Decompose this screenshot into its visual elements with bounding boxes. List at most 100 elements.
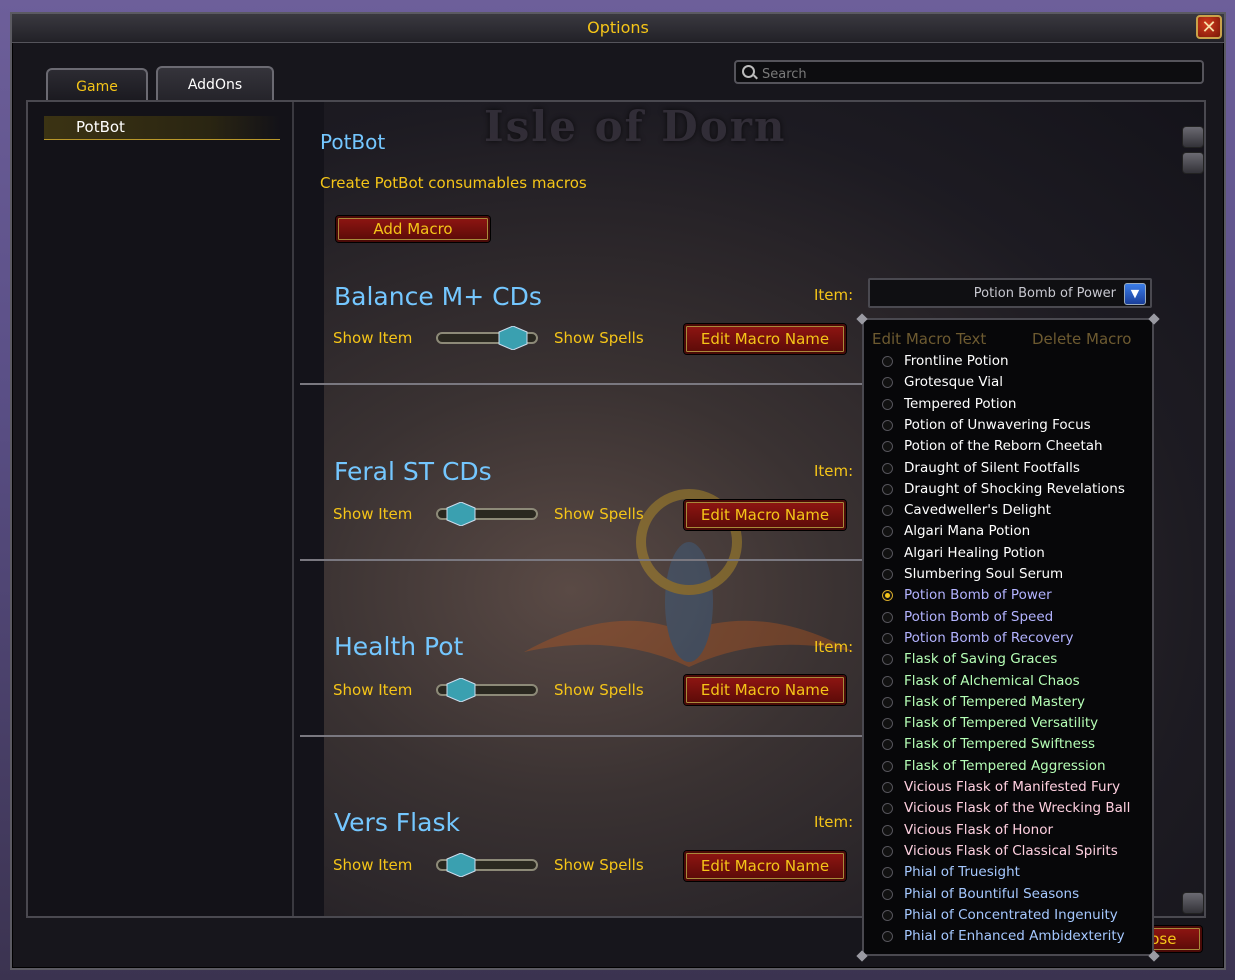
dropdown-option-label: Vicious Flask of Honor bbox=[904, 821, 1054, 838]
dropdown-option-label: Draught of Shocking Revelations bbox=[904, 480, 1125, 497]
dropdown-option-label: Phial of Enhanced Ambidexterity bbox=[904, 928, 1125, 945]
show-item-label: Show Item bbox=[333, 505, 413, 523]
radio-selected-icon bbox=[882, 590, 893, 602]
dropdown-option-label: Phial of Concentrated Ingenuity bbox=[904, 906, 1118, 923]
scroll-down-icon[interactable] bbox=[1182, 892, 1204, 914]
radio-icon bbox=[882, 356, 893, 367]
dropdown-option-label: Frontline Potion bbox=[904, 353, 1009, 369]
dropdown-option-label: Potion of the Reborn Cheetah bbox=[904, 438, 1103, 455]
edit-macro-name-button[interactable]: Edit Macro Name bbox=[684, 675, 846, 705]
addon-description: Create PotBot consumables macros bbox=[320, 174, 587, 192]
dropdown-option-label: Vicious Flask of Classical Spirits bbox=[904, 842, 1118, 859]
radio-icon bbox=[882, 462, 893, 474]
dropdown-option-label: Flask of Alchemical Chaos bbox=[904, 672, 1080, 689]
radio-icon bbox=[882, 696, 893, 708]
radio-icon bbox=[882, 824, 893, 836]
dropdown-option-label: Algari Healing Potion bbox=[904, 544, 1045, 561]
show-spells-label: Show Spells bbox=[554, 681, 644, 699]
item-spells-toggle[interactable] bbox=[435, 678, 539, 702]
dropdown-options: Frontline Potion Grotesque Vial Tempered P… bbox=[882, 351, 1154, 951]
radio-icon bbox=[882, 718, 893, 730]
radio-icon bbox=[882, 803, 893, 815]
dropdown-option-label: Tempered Potion bbox=[904, 395, 1017, 412]
dropdown-option-label: Potion of Unwavering Focus bbox=[904, 416, 1091, 433]
radio-icon bbox=[882, 739, 893, 751]
item-label: Item: bbox=[814, 638, 854, 656]
radio-icon bbox=[882, 483, 893, 495]
scroll-up-icon[interactable] bbox=[1182, 126, 1204, 148]
dropdown-option-label: Flask of Tempered Mastery bbox=[904, 693, 1086, 710]
dropdown-option-label: Flask of Tempered Swiftness bbox=[904, 736, 1096, 753]
addon-title: PotBot bbox=[320, 130, 386, 154]
sidebar-item-potbot[interactable]: PotBot bbox=[44, 116, 280, 140]
dropdown-option-label: Vicious Flask of Manifested Fury bbox=[904, 779, 1121, 795]
radio-icon bbox=[882, 782, 893, 793]
radio-icon bbox=[882, 398, 893, 410]
edit-macro-name-button[interactable]: Edit Macro Name bbox=[684, 851, 846, 881]
macro-title: Feral ST CDs bbox=[334, 457, 492, 486]
radio-icon bbox=[882, 675, 893, 687]
dropdown-option-label: Flask of Tempered Versatility bbox=[904, 715, 1099, 732]
radio-icon bbox=[882, 760, 893, 772]
radio-icon bbox=[882, 441, 893, 453]
item-spells-toggle[interactable] bbox=[435, 853, 539, 877]
dropdown-option-label: Draught of Silent Footfalls bbox=[904, 459, 1080, 476]
dropdown-option-label: Grotesque Vial bbox=[904, 374, 1004, 391]
dropdown-option-label: Algari Mana Potion bbox=[904, 523, 1031, 540]
radio-icon bbox=[882, 931, 893, 943]
radio-icon bbox=[882, 611, 893, 623]
delete-macro-button: Delete Macro bbox=[1032, 330, 1132, 348]
radio-icon bbox=[882, 505, 893, 517]
search-icon bbox=[742, 65, 755, 78]
scroll-thumb[interactable] bbox=[1182, 152, 1204, 174]
radio-icon bbox=[882, 569, 893, 580]
edit-macro-text-button: Edit Macro Text bbox=[872, 330, 987, 348]
show-item-label: Show Item bbox=[333, 329, 413, 347]
radio-icon bbox=[882, 845, 893, 857]
show-item-label: Show Item bbox=[333, 856, 413, 874]
search-box[interactable] bbox=[734, 60, 1204, 84]
macro-title: Balance M+ CDs bbox=[334, 282, 542, 311]
radio-icon bbox=[882, 909, 893, 921]
item-dropdown[interactable]: Potion Bomb of Power ▼ bbox=[868, 278, 1152, 308]
close-icon[interactable]: ✕ bbox=[1196, 15, 1222, 39]
dropdown-option-label: Phial of Truesight bbox=[904, 864, 1020, 881]
item-label: Item: bbox=[814, 286, 854, 304]
radio-icon bbox=[882, 632, 893, 644]
edit-macro-name-button[interactable]: Edit Macro Name bbox=[684, 324, 846, 354]
item-spells-toggle[interactable] bbox=[435, 502, 539, 526]
zone-name-text: Isle of Dorn bbox=[484, 102, 787, 151]
window-title: Options bbox=[587, 18, 649, 37]
show-spells-label: Show Spells bbox=[554, 505, 644, 523]
show-item-label: Show Item bbox=[333, 681, 413, 699]
radio-icon bbox=[882, 377, 893, 389]
dropdown-option-label: Cavedweller's Delight bbox=[904, 502, 1051, 519]
add-macro-button[interactable]: Add Macro bbox=[336, 216, 490, 242]
dropdown-option-label: Flask of Saving Graces bbox=[904, 651, 1058, 668]
item-label: Item: bbox=[814, 813, 854, 831]
dropdown-option-label: Slumbering Soul Serum bbox=[904, 566, 1064, 582]
radio-icon bbox=[882, 526, 893, 538]
show-spells-label: Show Spells bbox=[554, 856, 644, 874]
show-spells-label: Show Spells bbox=[554, 329, 644, 347]
chevron-down-icon[interactable]: ▼ bbox=[1124, 283, 1146, 305]
search-input[interactable] bbox=[760, 64, 1194, 84]
dropdown-option-label: Potion Bomb of Speed bbox=[904, 608, 1054, 625]
item-spells-toggle[interactable] bbox=[435, 326, 539, 350]
radio-icon bbox=[882, 547, 893, 559]
dropdown-menu: Edit Macro Text Delete Macro Frontline P… bbox=[862, 318, 1154, 956]
radio-icon bbox=[882, 867, 893, 879]
sidebar: PotBot bbox=[28, 102, 294, 916]
dropdown-option-label: Potion Bomb of Power bbox=[904, 587, 1052, 604]
dropdown-option-label: Phial of Bountiful Seasons bbox=[904, 885, 1080, 902]
radio-icon bbox=[882, 654, 893, 666]
edit-macro-name-button[interactable]: Edit Macro Name bbox=[684, 500, 846, 530]
dropdown-option-label: Flask of Tempered Aggression bbox=[904, 757, 1106, 774]
item-label: Item: bbox=[814, 462, 854, 480]
title-bar[interactable]: Options ✕ bbox=[12, 14, 1224, 43]
tab-game[interactable]: Game bbox=[46, 68, 148, 102]
macro-title: Health Pot bbox=[334, 632, 464, 661]
radio-icon bbox=[882, 888, 893, 900]
radio-icon bbox=[882, 419, 893, 431]
dropdown-option-label: Potion Bomb of Recovery bbox=[904, 629, 1074, 646]
